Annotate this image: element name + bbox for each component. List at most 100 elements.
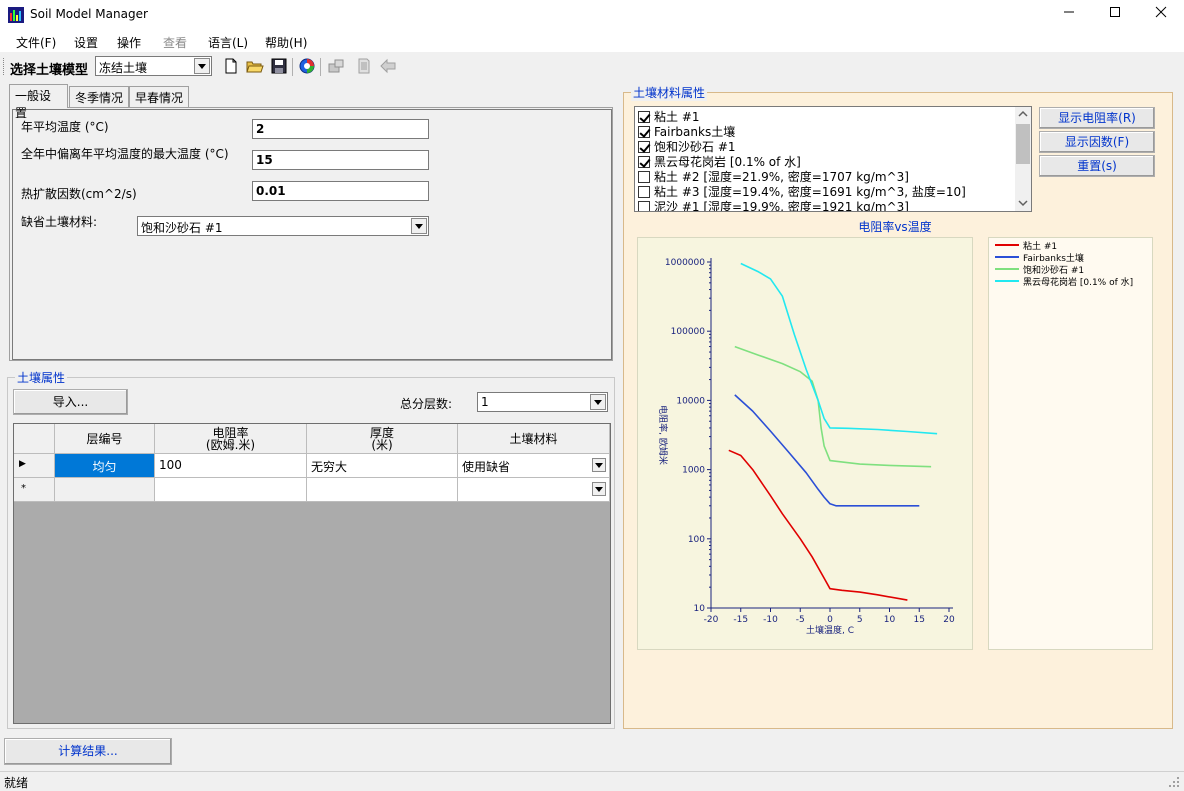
maximize-button[interactable] [1092,0,1138,30]
chevron-down-icon[interactable] [592,482,606,496]
total-layers-value: 1 [481,395,489,409]
material-list-item[interactable]: 泥沙 #1 [湿度=19.9%, 密度=1921 kg/m^3] [638,198,909,212]
column-header-resistivity[interactable]: 电阻率 (欧姆.米) [155,424,307,454]
tab-winter[interactable]: 冬季情况 [69,86,129,107]
tab-early-spring[interactable]: 早春情况 [129,86,189,107]
menu-operation[interactable]: 操作 [117,34,141,51]
scroll-up-icon[interactable] [1018,110,1028,118]
row-header[interactable]: ▶ [14,454,55,478]
material-checkbox[interactable] [638,156,650,168]
back-arrow-icon[interactable] [379,57,397,75]
material-checkbox[interactable] [638,171,650,183]
new-file-icon[interactable] [222,57,240,75]
import-button[interactable]: 导入... [13,389,128,415]
material-checkbox[interactable] [638,141,650,153]
toolbar-grip [3,58,6,75]
tab-general[interactable]: 一般设置 [9,84,68,120]
status-text: 就绪 [4,776,29,790]
chevron-down-icon [411,218,427,234]
materials-scrollbar[interactable] [1015,107,1031,211]
materials-list[interactable]: 粘土 #1 Fairbanks土壤 饱和沙砂石 #1 黑云母花岗岩 [0.1% of … [634,106,1032,212]
material-list-item[interactable]: 黑云母花岗岩 [0.1% of 水] [638,153,801,169]
column-header-material[interactable]: 土壤材料 [458,424,610,454]
chevron-down-icon [590,394,606,410]
tools-icon[interactable] [327,57,345,75]
material-list-item[interactable]: 粘土 #2 [湿度=21.9%, 密度=1707 kg/m^3] [638,168,909,184]
x-tick-label: 15 [914,615,925,625]
menu-language[interactable]: 语言(L) [208,34,248,51]
diffusivity-input[interactable]: 0.01 [252,181,429,201]
toolbar-separator [320,58,321,76]
material-label: 粘土 #3 [湿度=19.4%, 密度=1691 kg/m^3, 盐度=10] [654,185,966,199]
menu-view[interactable]: 查看 [163,34,187,51]
calculate-icon[interactable] [298,57,316,75]
x-axis-label: 土壤温度, C [806,624,854,636]
chevron-down-icon[interactable] [592,458,606,472]
window-title: Soil Model Manager [30,7,148,21]
thickness-cell[interactable]: 无穷大 [307,454,458,478]
x-tick-label: 10 [884,615,896,625]
column-header-layer[interactable]: 层编号 [55,424,155,454]
menu-settings[interactable]: 设置 [74,34,98,51]
annual-temp-input[interactable]: 2 [252,119,429,139]
x-tick-label: -10 [763,615,778,625]
model-select[interactable]: 冻结土壤 [95,56,212,76]
material-checkbox[interactable] [638,186,650,198]
compute-results-button[interactable]: 计算结果... [4,738,172,765]
resize-grip-icon[interactable] [1168,776,1180,788]
material-cell[interactable]: 使用缺省 [458,454,610,478]
maximize-icon [1110,7,1120,17]
show-factor-button[interactable]: 显示因数(F) [1039,131,1155,153]
material-list-item[interactable]: 粘土 #1 [638,108,700,124]
material-list-item[interactable]: 粘土 #3 [湿度=19.4%, 密度=1691 kg/m^3, 盐度=10] [638,183,966,199]
reset-button[interactable]: 重置(s) [1039,155,1155,177]
x-tick-label: 0 [827,615,833,625]
x-tick-label: -20 [704,615,719,625]
scroll-thumb[interactable] [1016,124,1030,164]
grid-corner [14,424,55,454]
legend-swatch [995,280,1019,282]
material-label: 泥沙 #1 [湿度=19.9%, 密度=1921 kg/m^3] [654,200,909,212]
resistivity-cell[interactable] [155,478,307,502]
material-list-item[interactable]: 饱和沙砂石 #1 [638,138,736,154]
column-header-layer-label: 层编号 [86,432,123,446]
thickness-cell[interactable] [307,478,458,502]
show-resistivity-button[interactable]: 显示电阻率(R) [1039,107,1155,129]
save-icon[interactable] [270,57,288,75]
series-line [734,345,932,468]
legend-swatch [995,244,1019,246]
material-list-item[interactable]: Fairbanks土壤 [638,123,735,139]
column-header-material-label: 土壤材料 [509,432,558,446]
max-deviation-input[interactable]: 15 [252,150,429,170]
column-header-thickness[interactable]: 厚度 (米) [307,424,458,454]
layer-cell[interactable]: 均匀 [55,454,155,478]
material-label: 粘土 #1 [654,110,700,124]
max-deviation-label: 全年中偏离年平均温度的最大温度 (°C) [21,147,229,161]
material-checkbox[interactable] [638,111,650,123]
menu-help[interactable]: 帮助(H) [265,34,307,51]
default-material-value: 饱和沙砂石 #1 [141,221,223,235]
layer-cell[interactable] [55,478,155,502]
menu-bar: 文件(F) 设置 操作 查看 语言(L) 帮助(H) [0,30,1184,52]
resistivity-cell[interactable]: 100 [155,454,307,478]
y-axis-label: 电阻率, 欧姆米 [657,405,669,465]
menu-file[interactable]: 文件(F) [16,34,56,51]
total-layers-select[interactable]: 1 [477,392,608,412]
material-cell[interactable] [458,478,610,502]
material-label: 粘土 #2 [湿度=21.9%, 密度=1707 kg/m^3] [654,170,909,184]
material-checkbox[interactable] [638,201,650,211]
new-row-header[interactable]: * [14,478,55,502]
status-bar: 就绪 [0,771,1184,790]
document-icon[interactable] [355,57,373,75]
material-checkbox[interactable] [638,126,650,138]
close-button[interactable] [1138,0,1184,30]
x-tick-label: 20 [943,615,955,625]
default-material-select[interactable]: 饱和沙砂石 #1 [137,216,429,236]
x-tick-label: -5 [796,615,805,625]
legend-swatch [995,268,1019,270]
scroll-down-icon[interactable] [1018,199,1028,207]
minimize-button[interactable] [1046,0,1092,30]
legend-swatch [995,256,1019,258]
chart-title: 电阻率vs温度 [858,220,932,234]
open-folder-icon[interactable] [246,57,264,75]
